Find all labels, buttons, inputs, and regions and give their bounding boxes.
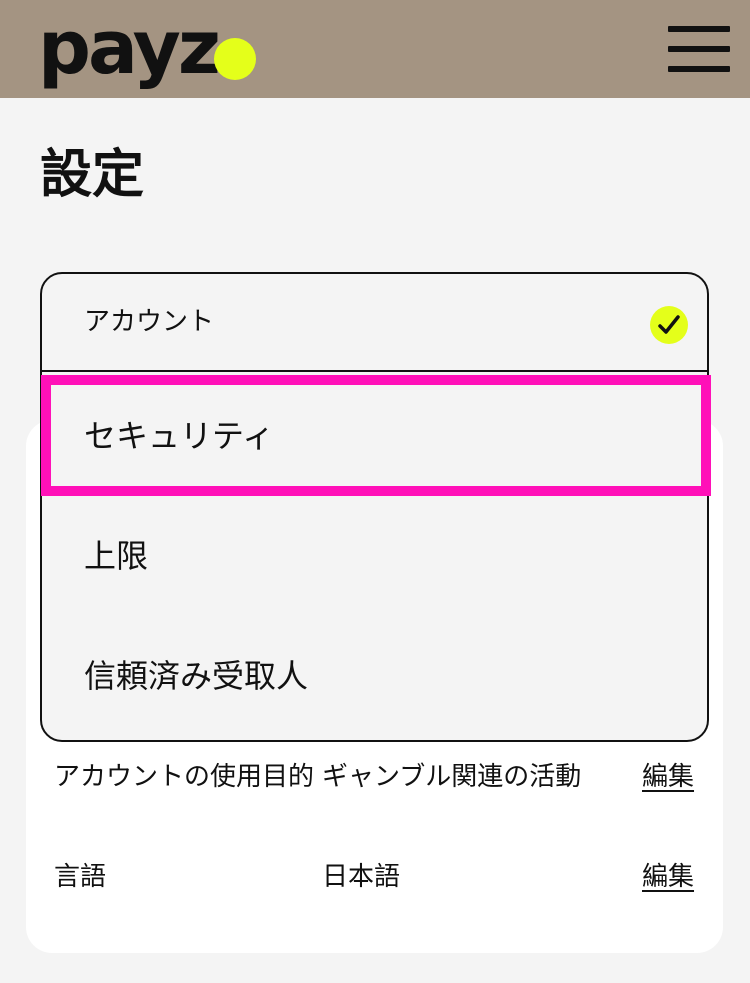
logo-dot-icon (214, 38, 256, 80)
option-label: セキュリティ (84, 417, 275, 455)
dropdown-option-limits[interactable]: 上限 (42, 496, 707, 616)
edit-purpose-link[interactable]: 編集 (642, 756, 694, 798)
payz-logo[interactable]: payz (38, 4, 221, 92)
hamburger-menu-icon[interactable] (668, 26, 730, 74)
dropdown-selected-item[interactable]: アカウント (42, 274, 707, 372)
dropdown-selected-label: アカウント (84, 307, 215, 337)
purpose-value: ギャンブル関連の活動 (322, 762, 582, 792)
settings-section-dropdown[interactable]: アカウント セキュリティ 上限 信頼済み受取人 (40, 272, 709, 742)
checkmark-icon (650, 306, 688, 344)
dropdown-option-trusted-payees[interactable]: 信頼済み受取人 (42, 616, 707, 736)
page-title: 設定 (40, 145, 145, 205)
option-label: 信頼済み受取人 (84, 657, 309, 695)
option-label: 上限 (84, 537, 149, 575)
language-label: 言語 (54, 862, 107, 892)
dropdown-option-security[interactable]: セキュリティ (42, 374, 707, 494)
language-value: 日本語 (322, 862, 401, 892)
top-header: payz (0, 0, 750, 98)
purpose-label: アカウントの使用目的 (54, 762, 315, 792)
edit-language-link[interactable]: 編集 (642, 856, 694, 898)
